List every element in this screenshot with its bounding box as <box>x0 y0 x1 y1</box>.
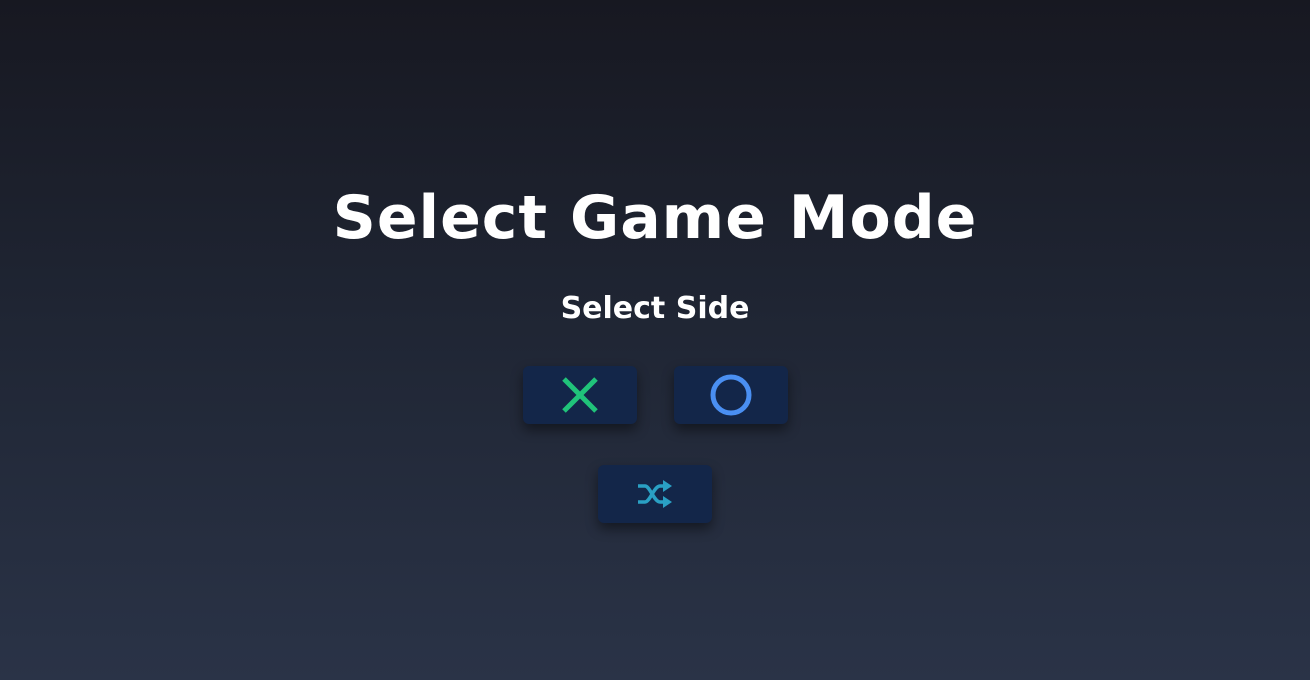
circle-icon <box>710 374 752 416</box>
x-mark-icon <box>562 377 598 413</box>
shuffle-icon <box>638 480 672 508</box>
page-title: Select Game Mode <box>332 183 978 253</box>
game-mode-screen: Select Game Mode Select Side <box>0 0 1310 680</box>
random-side-button[interactable] <box>598 465 712 523</box>
select-o-button[interactable] <box>674 366 788 424</box>
section-subtitle: Select Side <box>560 291 750 326</box>
select-x-button[interactable] <box>523 366 637 424</box>
